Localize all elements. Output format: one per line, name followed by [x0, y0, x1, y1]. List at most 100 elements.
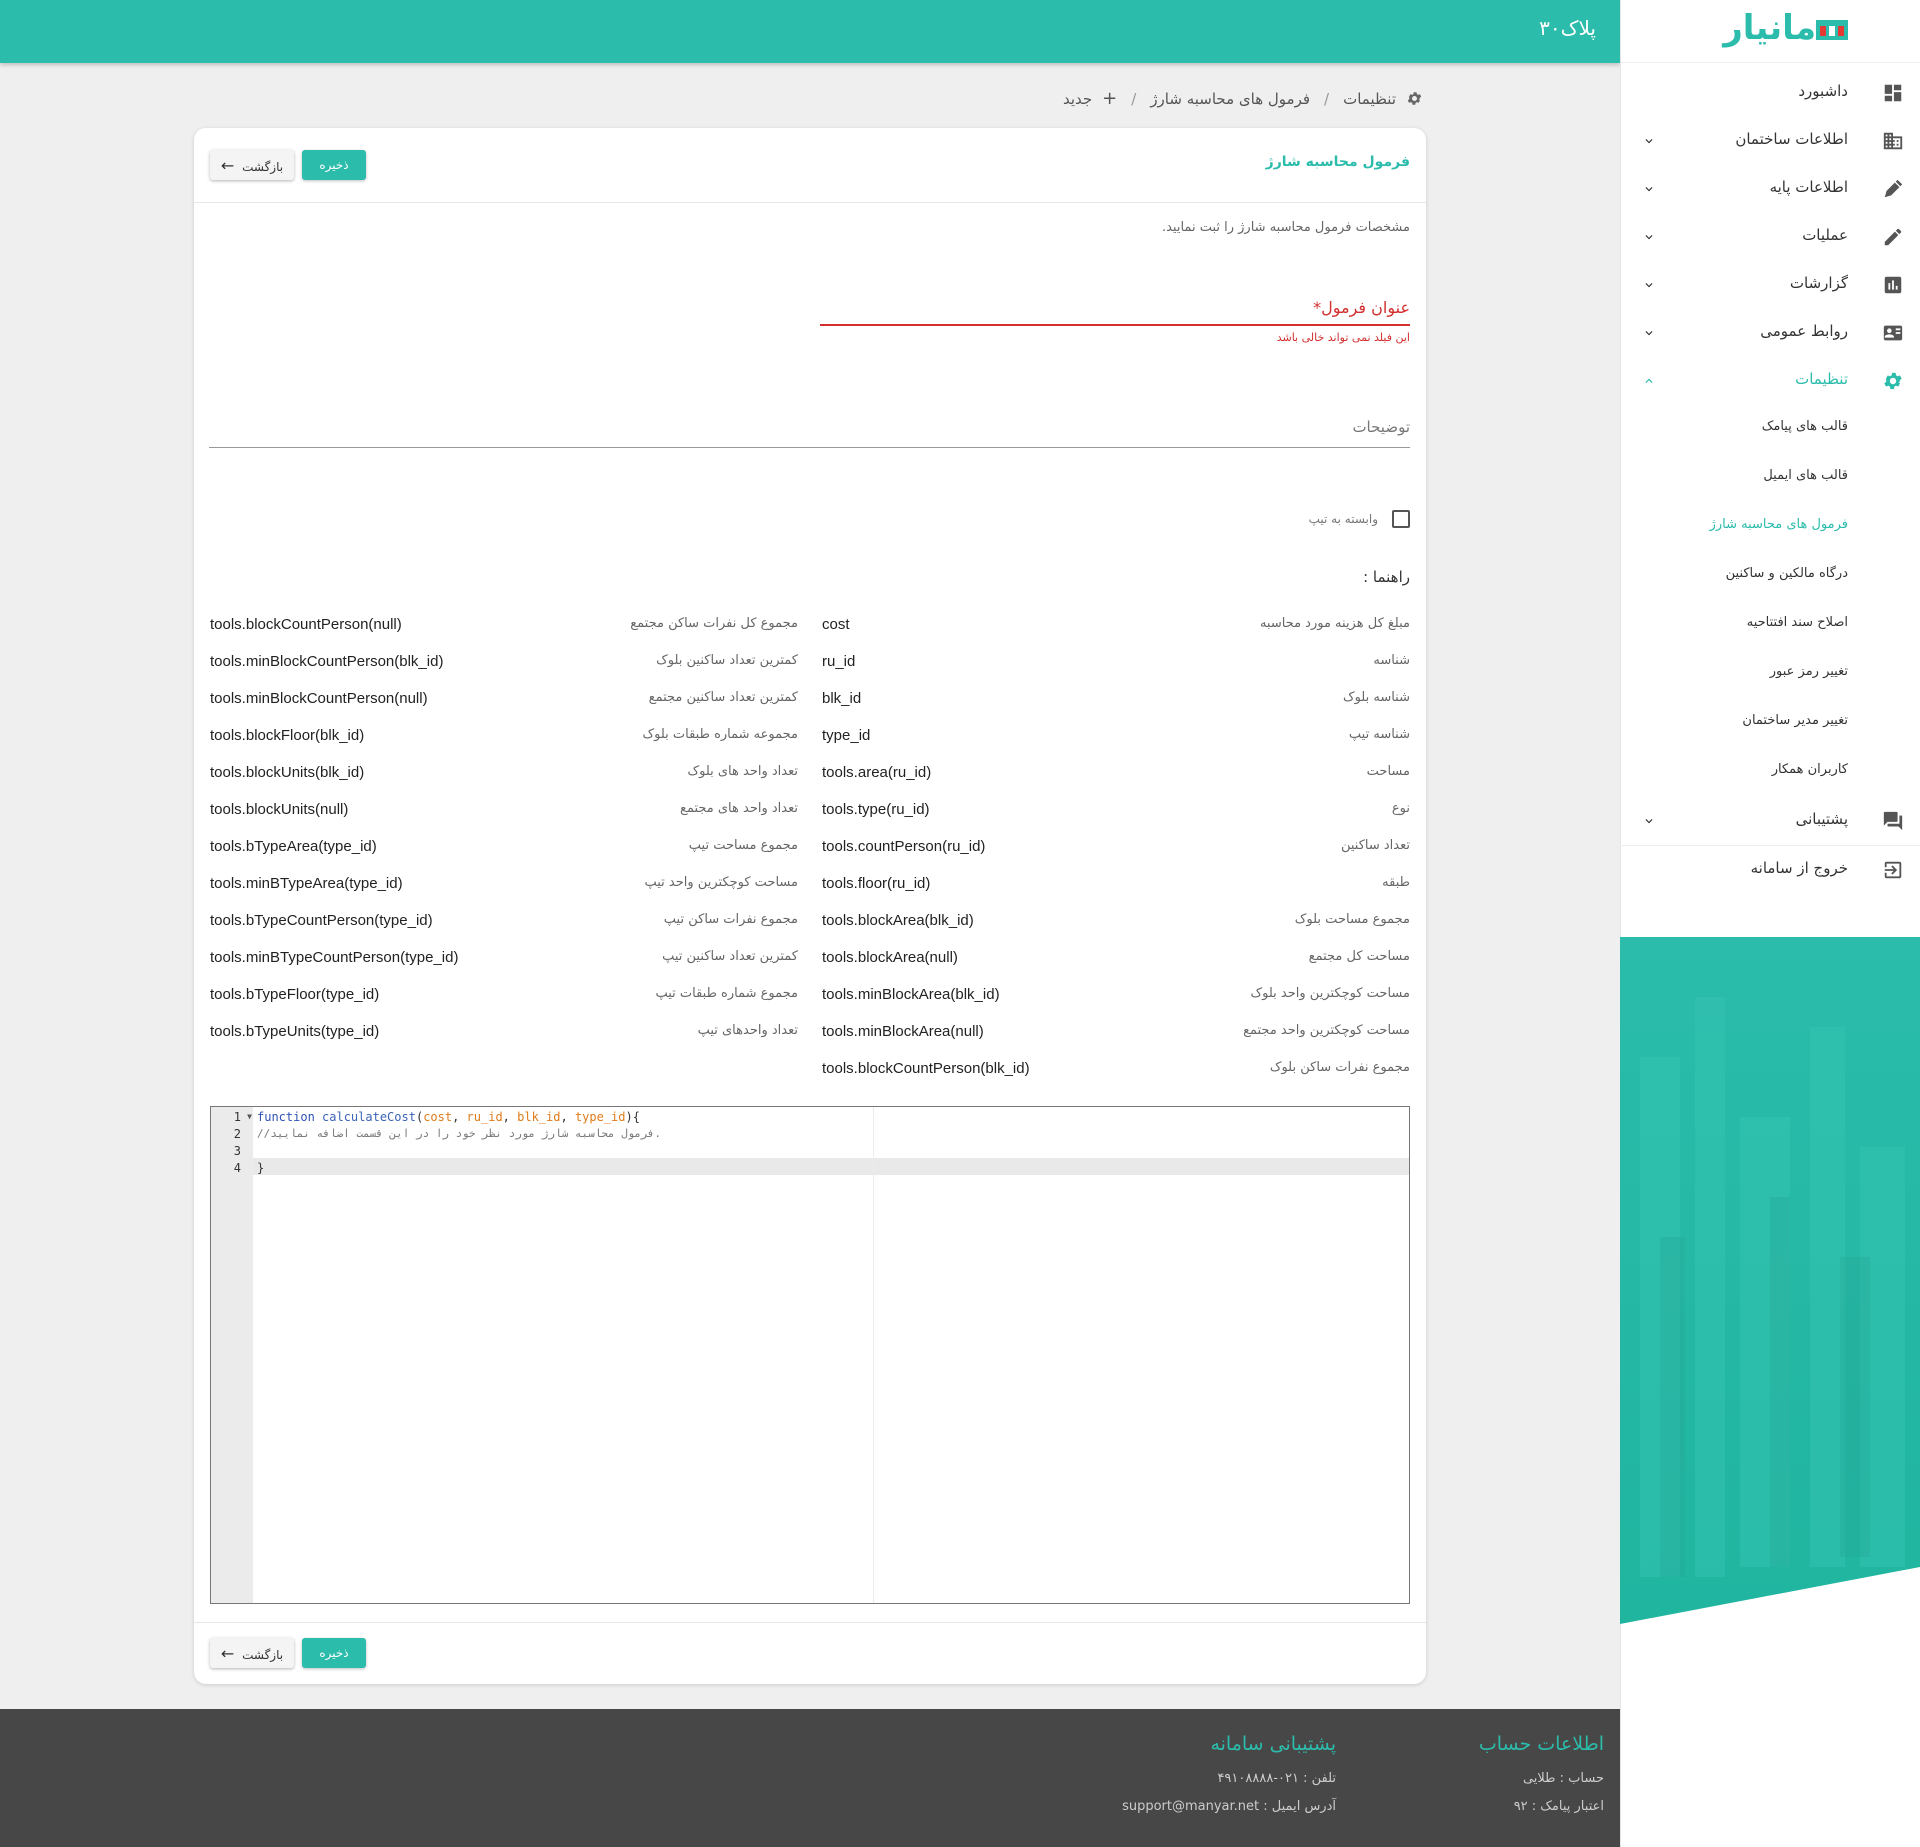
code-param: blk_id: [517, 1110, 561, 1124]
sidebar-item-reports[interactable]: گزارشات: [1620, 262, 1920, 310]
guide-code: tools.blockCountPerson(blk_id): [822, 1060, 1030, 1077]
sidebar-subitem-owners-portal[interactable]: درگاه مالکین و ساکنین: [1620, 552, 1920, 600]
sidebar-item-logout[interactable]: خروج از سامانه: [1620, 847, 1920, 895]
guide-description: مجموع نفرات ساکن بلوک: [1269, 1060, 1410, 1075]
chevron-down-icon: [1645, 139, 1653, 144]
guide-description: کمترین تعداد ساکنین تیپ: [662, 949, 798, 964]
guide-description: مبلغ کل هزینه مورد محاسبه: [1259, 616, 1410, 631]
guide-code: tools.minBlockArea(blk_id): [822, 986, 1000, 1003]
guide-row: مجموع مساحت تیپ tools.bTypeArea(type_id): [210, 838, 798, 858]
guide-description: کمترین تعداد ساکنین مجتمع: [648, 690, 798, 705]
guide-code: tools.blockCountPerson(null): [210, 616, 402, 633]
pen-tool-icon: [1884, 179, 1903, 198]
guide-code: tools.blockArea(blk_id): [822, 912, 974, 929]
guide-code: tools.minBlockCountPerson(blk_id): [210, 653, 444, 670]
guide-description: مجموع شماره طبقات تیپ: [655, 986, 798, 1001]
guide-row: مبلغ کل هزینه مورد محاسبه cost: [822, 616, 1410, 636]
guide-code: tools.bTypeCountPerson(type_id): [210, 912, 433, 929]
guide-code: tools.minBTypeArea(type_id): [210, 875, 403, 892]
guide-row: تعداد واحد های مجتمع tools.blockUnits(nul…: [210, 801, 798, 821]
code-param: cost: [423, 1110, 453, 1124]
fold-toggle-icon[interactable]: ▼: [247, 1112, 252, 1121]
sidebar-item-label: پشتیبانی: [1795, 810, 1848, 828]
footer-account-line: اعتبار پیامک : ۹۲: [1513, 1799, 1604, 1814]
guide-description: مجموعه شماره طبقات بلوک: [642, 727, 799, 742]
breadcrumb-separator: /: [1131, 89, 1137, 108]
sidebar-item-label: تنظیمات: [1795, 370, 1848, 388]
guide-code: tools.minBlockCountPerson(null): [210, 690, 428, 707]
description-input[interactable]: [209, 447, 1410, 448]
sidebar-item-label: خروج از سامانه: [1750, 859, 1848, 877]
line-number: 3: [233, 1144, 241, 1158]
logo[interactable]: مانیار: [1621, 0, 1920, 63]
line-number: 2: [233, 1127, 241, 1141]
card-footer-divider: [194, 1622, 1426, 1623]
breadcrumb-settings[interactable]: تنظیمات: [1343, 90, 1396, 108]
breadcrumb-new: جدید: [1062, 89, 1093, 108]
sidebar-subitem-sms-templates[interactable]: قالب های پیامک: [1620, 405, 1920, 453]
building-plate: پلاک۳۰: [1539, 16, 1596, 40]
code-param: ru_id: [466, 1110, 503, 1124]
back-button[interactable]: بازگشت ←: [210, 150, 294, 180]
subitem-label: تغییر مدیر ساختمان: [1742, 713, 1848, 728]
sidebar-item-support[interactable]: پشتیبانی: [1620, 798, 1920, 846]
guide-row: مساحت کوچکترین واحد بلوک tools.minBlockAr…: [822, 986, 1410, 1006]
save-button[interactable]: ذخیره: [302, 150, 366, 180]
guide-description: شناسه: [1373, 653, 1410, 668]
sidebar-item-operations[interactable]: عملیات: [1620, 214, 1920, 262]
guide-description: مجموع مساحت تیپ: [688, 838, 798, 853]
breadcrumb-separator: /: [1324, 89, 1330, 108]
sidebar-subitem-co-users[interactable]: کاربران همکار: [1620, 748, 1920, 796]
guide-code: tools.bTypeArea(type_id): [210, 838, 377, 855]
editor-print-margin: [873, 1107, 874, 1603]
footer-email-link[interactable]: support@manyar.net: [1122, 1799, 1259, 1814]
sidebar-item-label: داشبورد: [1798, 82, 1848, 100]
formula-title-error: این فیلد نمی تواند خالی باشد: [1276, 331, 1410, 344]
guide-code: blk_id: [822, 690, 862, 707]
sidebar-subitem-email-templates[interactable]: قالب های ایمیل: [1620, 454, 1920, 502]
sidebar-item-building-info[interactable]: اطلاعات ساختمان: [1620, 118, 1920, 166]
guide-row: مجموع مساحت بلوک tools.blockArea(blk_id): [822, 912, 1410, 932]
chat-icon: [1883, 811, 1903, 831]
guide-description: مساحت کوچکترین واحد مجتمع: [1243, 1023, 1410, 1038]
chevron-down-icon: [1645, 235, 1653, 240]
sidebar-subitem-change-password[interactable]: تغییر رمز عبور: [1620, 650, 1920, 698]
pencil-icon: [1884, 228, 1902, 246]
sidebar-item-public-relations[interactable]: روابط عمومی: [1620, 310, 1920, 358]
formula-title-input[interactable]: [820, 324, 1410, 326]
guide-code: tools.floor(ru_id): [822, 875, 931, 892]
description-label: توضیحات: [1352, 418, 1410, 436]
code-editor[interactable]: 1 ▼ 2 3 4 function calculateCost(cost, r…: [210, 1106, 1410, 1604]
type-dependent-label: وابسته به تیپ: [1308, 512, 1378, 526]
guide-code: type_id: [822, 727, 871, 744]
footer: اطلاعات حساب حساب : طلایی اعتبار پیامک :…: [0, 1709, 1620, 1847]
arrow-left-icon: ←: [220, 1643, 235, 1663]
sidebar-item-settings[interactable]: تنظیمات: [1620, 358, 1920, 406]
subitem-label: تغییر رمز عبور: [1769, 664, 1848, 679]
chart-icon: [1884, 276, 1902, 294]
sidebar-item-base-info[interactable]: اطلاعات پایه: [1620, 166, 1920, 214]
back-button-bottom[interactable]: بازگشت ←: [210, 1638, 294, 1668]
breadcrumb-formulas[interactable]: فرمول های محاسبه شارژ: [1150, 90, 1310, 108]
guide-code: tools.area(ru_id): [822, 764, 932, 781]
top-bar: پلاک۳۰: [0, 0, 1620, 63]
chevron-down-icon: [1645, 187, 1653, 192]
sidebar-subitem-change-manager[interactable]: تغییر مدیر ساختمان: [1620, 699, 1920, 747]
editor-gutter: 1 ▼ 2 3 4: [211, 1107, 253, 1603]
guide-code: tools.countPerson(ru_id): [822, 838, 986, 855]
footer-account-title: اطلاعات حساب: [1478, 1733, 1604, 1755]
subitem-label: کاربران همکار: [1771, 762, 1848, 777]
subitem-label: قالب های پیامک: [1761, 419, 1848, 434]
guide-description: تعداد واحد های بلوک: [687, 764, 798, 779]
sidebar-subitem-charge-formulas[interactable]: فرمول های محاسبه شارژ: [1620, 503, 1920, 551]
type-dependent-checkbox[interactable]: [1392, 510, 1410, 528]
sidebar-subitem-opening-document[interactable]: اصلاح سند افتتاحیه: [1620, 601, 1920, 649]
chevron-up-icon: [1645, 378, 1653, 383]
guide-row: مساحت کوچکترین واحد تیپ tools.minBTypeAre…: [210, 875, 798, 895]
sidebar-item-dashboard[interactable]: داشبورد: [1620, 70, 1920, 118]
code-line-4: }: [257, 1161, 265, 1175]
subitem-label: قالب های ایمیل: [1763, 468, 1848, 483]
code-keyword: function: [257, 1110, 315, 1124]
sidebar-item-label: روابط عمومی: [1760, 322, 1848, 340]
save-button-bottom[interactable]: ذخیره: [302, 1638, 366, 1668]
